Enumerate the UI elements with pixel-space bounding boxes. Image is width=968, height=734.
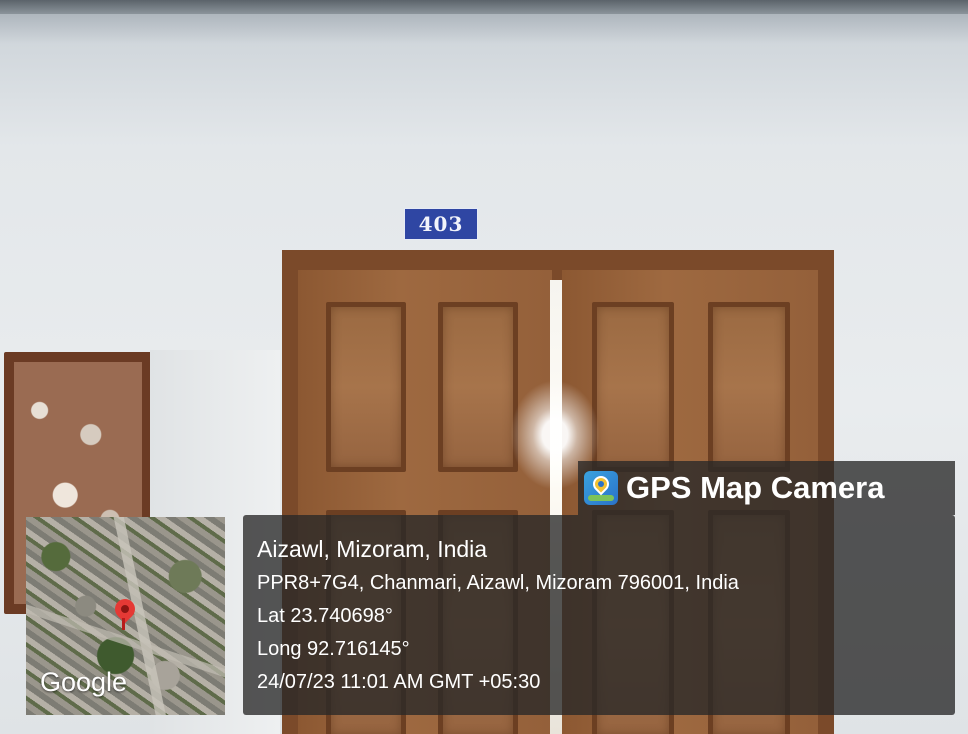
door-panel: [438, 302, 518, 472]
gps-map-camera-banner: GPS Map Camera: [578, 461, 955, 515]
door-panel: [708, 302, 790, 472]
map-pin-stem: [122, 618, 125, 630]
google-logo: Google: [40, 667, 128, 697]
door-panel: [592, 302, 674, 472]
room-number: 403: [418, 212, 464, 236]
location-info-panel: Aizawl, Mizoram, India PPR8+7G4, Chanmar…: [243, 515, 955, 715]
ceiling-edge: [0, 0, 968, 14]
room-number-plate: 403: [404, 208, 478, 240]
ceiling-shadow: [0, 14, 968, 44]
door-panel: [326, 302, 406, 472]
gps-map-camera-logo-icon: [584, 471, 618, 505]
satellite-map-thumbnail: Google: [26, 517, 225, 715]
latitude: Lat 23.740698°: [257, 605, 393, 627]
app-name: GPS Map Camera: [626, 470, 885, 505]
location-address: PPR8+7G4, Chanmari, Aizawl, Mizoram 7960…: [257, 572, 739, 594]
timestamp: 24/07/23 11:01 AM GMT +05:30: [257, 671, 541, 693]
longitude: Long 92.716145°: [257, 638, 410, 660]
location-title: Aizawl, Mizoram, India: [257, 536, 488, 562]
